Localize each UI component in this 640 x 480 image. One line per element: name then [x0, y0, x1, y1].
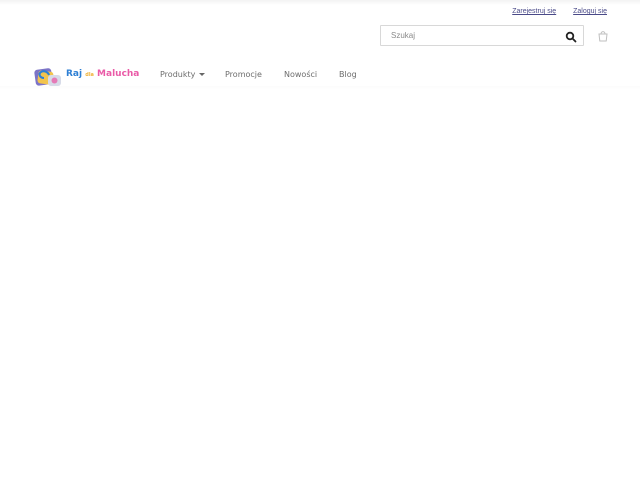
nav-item-blog[interactable]: Blog: [339, 70, 357, 80]
nav-item-new-label: Nowości: [284, 70, 318, 79]
nav-item-products[interactable]: Produkty: [160, 70, 206, 80]
logo-part-raj: Raj: [66, 69, 83, 79]
chevron-down-icon: [199, 73, 206, 76]
nav-item-products-label: Produkty: [160, 70, 196, 79]
shop-logo[interactable]: Raj dla Malucha: [33, 65, 156, 88]
search-icon: [565, 31, 577, 43]
top-shadow: [0, 0, 640, 5]
logo-text: Raj dla Malucha: [66, 69, 139, 80]
page: Zarejestruj się Zaloguj się Szukaj Raj d…: [0, 0, 640, 480]
cart-icon: [598, 31, 608, 42]
search-input[interactable]: [391, 26, 556, 45]
register-link[interactable]: Zarejestruj się: [512, 8, 556, 15]
logo-part-dla: dla: [85, 72, 94, 78]
login-link[interactable]: Zaloguj się: [573, 8, 607, 15]
search-button[interactable]: [565, 30, 577, 43]
nav-item-blog-label: Blog: [339, 70, 357, 79]
cart-button[interactable]: [597, 29, 609, 43]
nav-item-promotions[interactable]: Promocje: [225, 70, 262, 80]
account-links: Zarejestruj się Zaloguj się: [497, 8, 607, 15]
logo-part-malucha: Malucha: [97, 69, 140, 79]
navigation-separator: [0, 86, 640, 90]
nav-item-new[interactable]: Nowości: [284, 70, 317, 80]
search-box: [380, 25, 584, 46]
nav-item-promotions-label: Promocje: [225, 70, 262, 79]
